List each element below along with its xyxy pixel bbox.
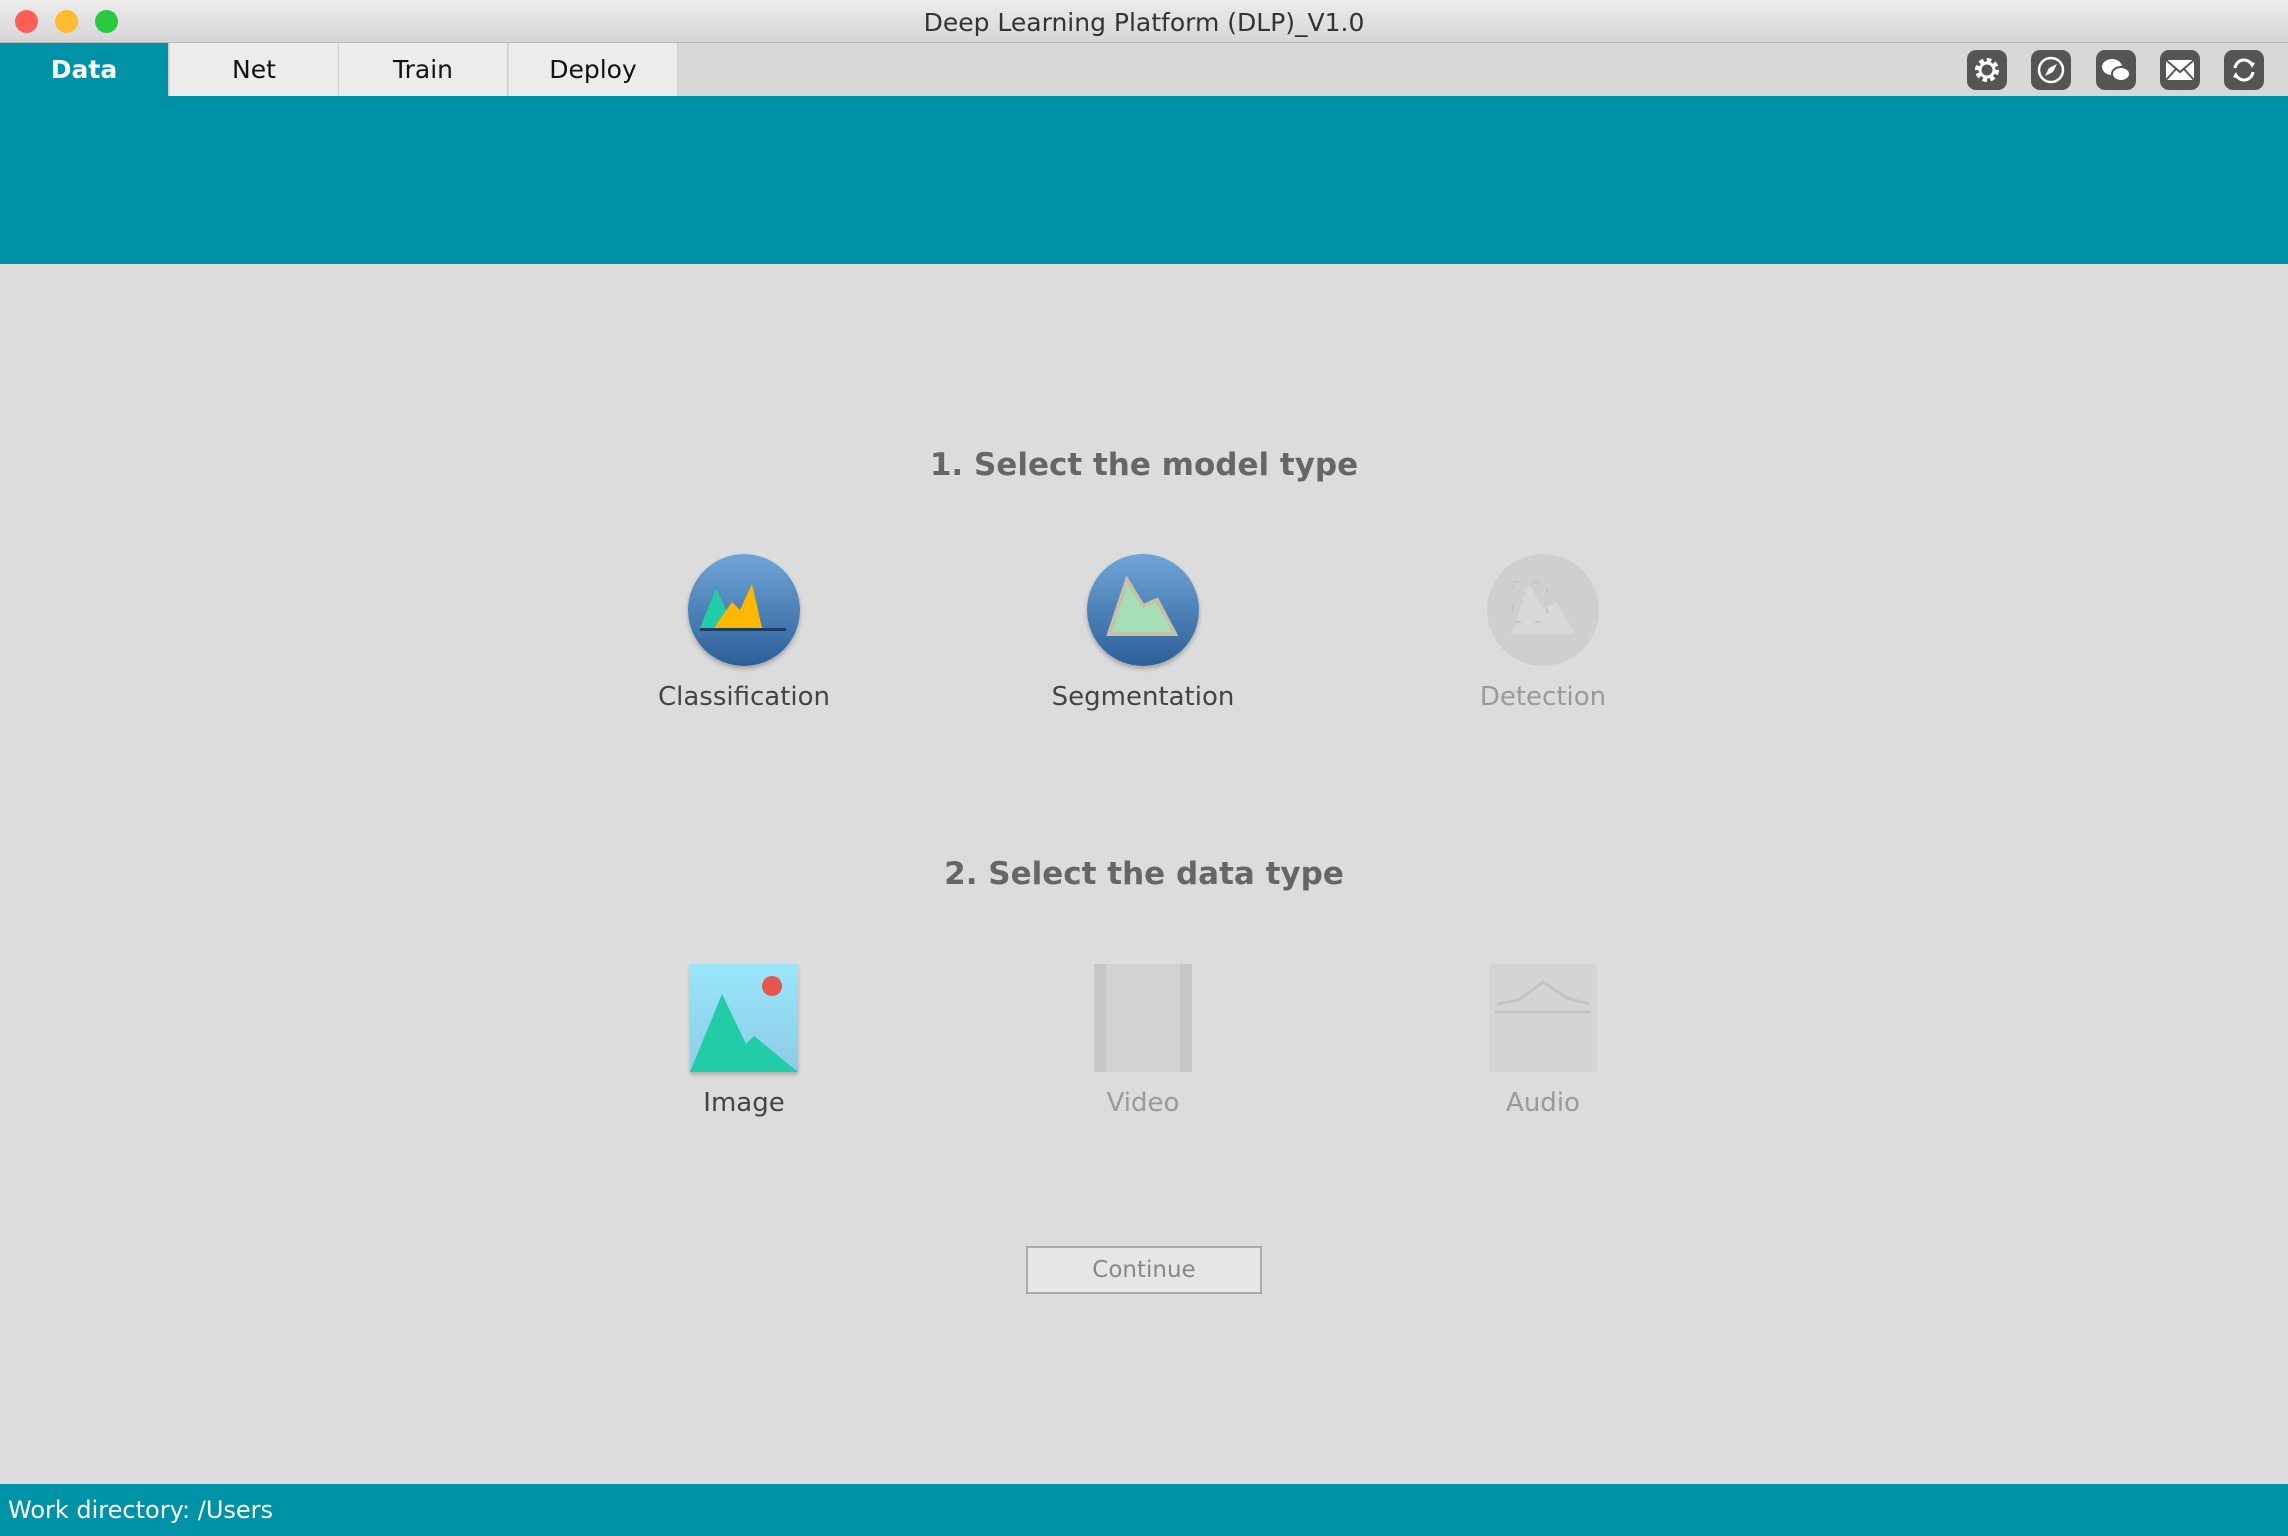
status-bar: Work directory: /Users [0, 1484, 2288, 1536]
refresh-button[interactable] [2224, 50, 2264, 90]
continue-button[interactable]: Continue [1026, 1246, 1262, 1294]
mail-button[interactable] [2160, 50, 2200, 90]
tab-data[interactable]: Data [0, 43, 169, 96]
tab-deploy[interactable]: Deploy [509, 43, 678, 96]
header-banner [0, 96, 2288, 264]
window-title: Deep Learning Platform (DLP)_V1.0 [923, 8, 1365, 37]
tab-net[interactable]: Net [170, 43, 339, 96]
image-label: Image [703, 1088, 785, 1118]
wechat-button[interactable] [2096, 50, 2136, 90]
audio-label: Audio [1506, 1088, 1580, 1118]
video-icon [1094, 964, 1192, 1072]
settings-icon [1975, 58, 1999, 82]
detection-label: Detection [1479, 682, 1607, 712]
classification-label: Classification [657, 682, 831, 712]
segmentation-label: Segmentation [1051, 682, 1235, 712]
data-option-audio: Audio [1393, 964, 1693, 1118]
tab-train[interactable]: Train [339, 43, 508, 96]
image-icon [690, 964, 798, 1072]
classification-icon [688, 554, 800, 666]
data-option-video: Video [993, 964, 1293, 1118]
model-option-segmentation[interactable]: Segmentation [993, 554, 1293, 712]
settings-button[interactable] [1967, 50, 2007, 90]
video-label: Video [1106, 1088, 1180, 1118]
compass-button[interactable] [2031, 50, 2071, 90]
segmentation-icon [1087, 554, 1199, 666]
wechat-icon [2102, 59, 2131, 82]
detection-icon [1487, 554, 1599, 666]
tab-bar: Data Net Train Deploy [0, 43, 2288, 96]
model-option-detection: Detection [1393, 554, 1693, 712]
data-type-heading: 2. Select the data type [944, 856, 1344, 892]
data-option-image[interactable]: Image [594, 964, 894, 1118]
model-type-heading: 1. Select the model type [929, 447, 1359, 483]
title-bar: Deep Learning Platform (DLP)_V1.0 [0, 0, 2288, 43]
mail-icon [2165, 59, 2195, 81]
audio-icon [1489, 964, 1597, 1072]
refresh-icon [2233, 58, 2255, 82]
model-option-classification[interactable]: Classification [594, 554, 894, 712]
compass-icon [2037, 56, 2065, 84]
